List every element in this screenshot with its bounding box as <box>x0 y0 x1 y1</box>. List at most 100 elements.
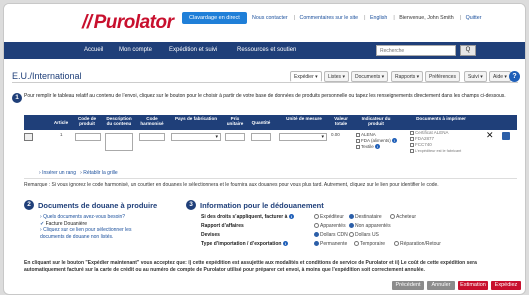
radio-repair-return[interactable]: Réparation/Retour <box>394 241 441 247</box>
indicator-label: Textile <box>361 144 374 149</box>
radio-related[interactable]: Apparentés <box>314 223 346 229</box>
option-label: Permanente <box>320 241 348 247</box>
option-label: Destinataire <box>355 214 382 220</box>
product-lookup-icon[interactable] <box>24 133 33 141</box>
product-code-input[interactable] <box>75 133 101 141</box>
previous-button[interactable]: Précédent <box>392 281 424 290</box>
chevron-down-icon: ▾ <box>215 134 218 140</box>
radio-button[interactable] <box>314 214 319 220</box>
col-unit-price: Prix unitaire <box>226 116 244 127</box>
tab-preferences[interactable]: Préférences <box>425 71 460 82</box>
page-title: E.U./International <box>12 71 82 81</box>
info-icon[interactable]: i <box>282 241 288 247</box>
radio-button[interactable] <box>390 214 395 220</box>
radio-usd[interactable]: Dollars US <box>349 232 379 238</box>
tab-tracking[interactable]: Suivi ▾ <box>464 71 487 82</box>
label-text: Si des droits s’appliquent, facturer à <box>201 214 288 220</box>
link-text: Cliquez sur ce lien pour sélectionner le… <box>40 227 132 240</box>
tab-lists[interactable]: Listes ▾ <box>324 71 349 82</box>
checkbox[interactable] <box>410 142 414 147</box>
live-chat-button[interactable]: Clavardage en direct <box>182 12 247 24</box>
radio-button[interactable] <box>314 232 319 238</box>
logo-slashes: // <box>82 12 92 33</box>
search-icon[interactable]: Q <box>460 45 476 56</box>
option-label: Dollars US <box>355 232 379 238</box>
doc-label: Certificat ALENA <box>415 130 449 135</box>
check-label: Facture Douanière <box>45 220 88 227</box>
welcome-text: Bienvenue, John Smith <box>399 15 454 21</box>
divider <box>12 82 518 83</box>
checkbox[interactable] <box>410 130 414 135</box>
purolator-logo[interactable]: //Purolator <box>82 12 174 34</box>
tab-reports[interactable]: Rapports ▾ <box>391 71 424 82</box>
checkbox[interactable] <box>410 149 414 153</box>
nav-shipping[interactable]: Expédition et suivi <box>169 47 217 53</box>
help-icon[interactable]: ? <box>509 71 520 82</box>
step-1-instruction: Pour remplir le tableau relatif au conte… <box>24 93 506 99</box>
radio-button[interactable] <box>394 241 399 247</box>
info-icon[interactable]: i <box>375 144 381 150</box>
search-input[interactable] <box>376 45 456 56</box>
info-icon[interactable]: i <box>288 214 294 220</box>
insert-row-link[interactable]: Insérer un rang <box>42 170 76 176</box>
country-select[interactable]: ▾ <box>171 133 221 141</box>
checkbox[interactable] <box>356 132 360 137</box>
radio-shipper[interactable]: Expéditeur <box>314 214 344 220</box>
tab-documents[interactable]: Documents ▾ <box>351 71 389 82</box>
radio-not-related[interactable]: Non apparentés <box>349 223 391 229</box>
radio-temporary[interactable]: Temporaire <box>354 241 385 247</box>
checkbox[interactable] <box>410 136 414 141</box>
col-article: Article <box>53 120 69 125</box>
logout-link[interactable]: Quitter <box>466 15 482 21</box>
indicator-textile[interactable]: Textile i <box>356 144 397 150</box>
customs-docs-title: Documents de douane à produire <box>38 201 158 210</box>
indicator-label: FDA (aliments) <box>361 138 391 143</box>
checkbox[interactable] <box>356 138 360 143</box>
radio-receiver[interactable]: Destinataire <box>349 214 382 220</box>
feedback-link[interactable]: Commentaires sur le site <box>300 15 359 21</box>
radio-button[interactable] <box>314 223 319 229</box>
description-input[interactable] <box>105 133 133 151</box>
col-quantity: Quantité <box>251 120 271 125</box>
radio-cad[interactable]: Dollars CDN <box>314 232 348 238</box>
import-export-type-label: Type d’importation / d’exportation i <box>201 241 288 247</box>
divider: | <box>393 15 395 21</box>
nav-my-account[interactable]: Mon compte <box>119 47 152 53</box>
reset-grid-link[interactable]: Rétablir la grille <box>83 170 117 176</box>
estimate-button[interactable]: Estimation <box>458 281 488 290</box>
nav-home[interactable]: Accueil <box>84 47 103 53</box>
nav-resources[interactable]: Ressources et soutien <box>237 47 296 53</box>
cancel-button[interactable]: Annuler <box>427 281 455 290</box>
radio-button[interactable] <box>349 214 354 220</box>
hs-code-remark: Remarque : Si vous ignorez le code harmo… <box>24 182 439 188</box>
unit-price-input[interactable] <box>225 133 245 141</box>
contact-link[interactable]: Nous contacter <box>252 15 288 21</box>
duties-bill-to-label: Si des droits s’appliquent, facturer à i <box>201 214 294 220</box>
radio-button[interactable] <box>314 241 319 247</box>
save-row-icon[interactable] <box>502 132 510 140</box>
checkbox[interactable] <box>356 144 360 149</box>
unit-of-measure-select[interactable]: ▾ <box>279 133 327 141</box>
ship-now-button[interactable]: Expédiez <box>491 281 521 290</box>
quantity-input[interactable] <box>251 133 271 141</box>
tab-ship[interactable]: Expédier ▾ <box>290 71 322 82</box>
currency-label: Devises <box>201 232 220 238</box>
other-documents-link[interactable]: › Cliquez sur ce lien pour sélectionner … <box>40 227 150 240</box>
option-label: Temporaire <box>360 241 386 247</box>
top-header: //Purolator Clavardage en direct Nous co… <box>4 4 525 41</box>
delete-row-icon[interactable]: ✕ <box>486 130 494 141</box>
radio-button[interactable] <box>354 241 359 247</box>
step-1-badge: 1 <box>12 93 22 103</box>
info-icon[interactable]: i <box>392 138 398 144</box>
contents-table-header: Article Code de produit Description du c… <box>24 115 517 130</box>
radio-buyer[interactable]: Acheteur <box>390 214 416 220</box>
tab-help[interactable]: Aide ▾ <box>489 71 511 82</box>
radio-permanent[interactable]: Permanente <box>314 241 347 247</box>
option-label: Réparation/Retour <box>400 241 441 247</box>
doc-manufacturer[interactable]: L’expéditeur est le fabricant <box>410 148 461 154</box>
hs-code-input[interactable] <box>139 133 165 141</box>
article-number: 1 <box>60 132 63 137</box>
radio-button[interactable] <box>349 232 354 238</box>
language-link[interactable]: English <box>370 15 387 21</box>
radio-button[interactable] <box>349 223 354 229</box>
